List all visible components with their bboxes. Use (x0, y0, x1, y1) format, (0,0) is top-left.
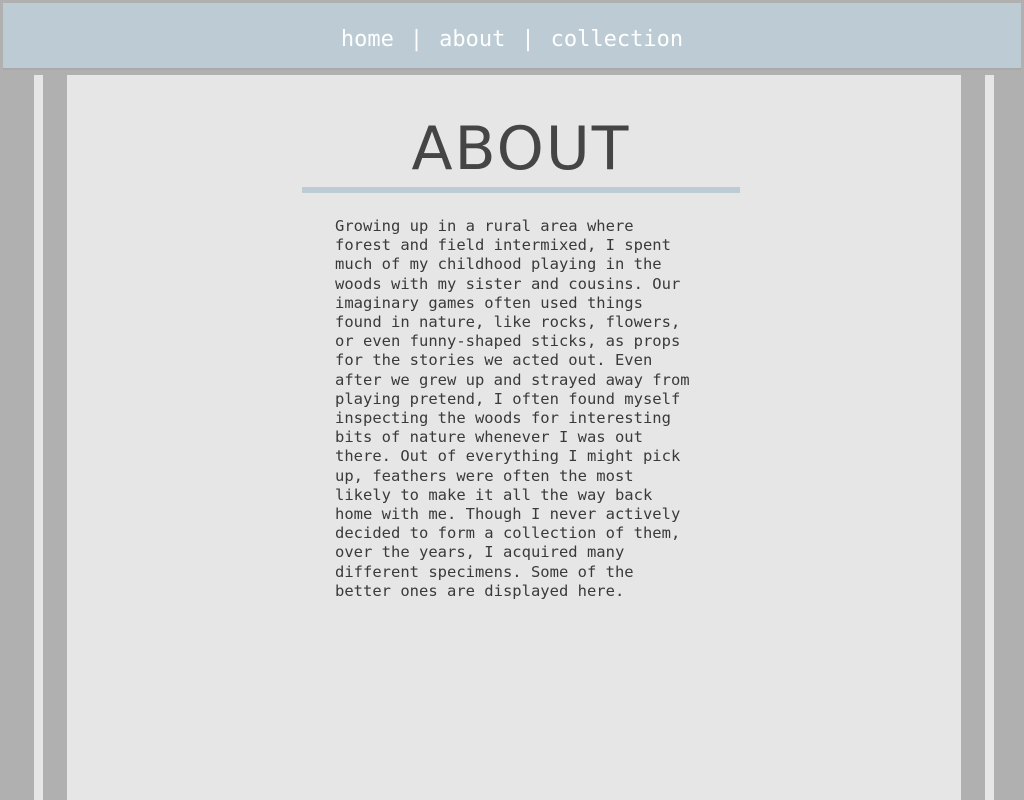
nav-link-home[interactable]: home (341, 27, 394, 52)
left-decorative-stripe (34, 75, 43, 800)
content-panel: ABOUT Growing up in a rural area where f… (67, 75, 961, 800)
top-navigation: home | about | collection (3, 3, 1021, 70)
nav-separator: | (409, 27, 424, 52)
nav-separator: | (521, 27, 535, 52)
nav-link-about[interactable]: about (439, 27, 505, 52)
title-underline (302, 187, 740, 193)
page-title: ABOUT (411, 114, 631, 184)
about-paragraph: Growing up in a rural area where forest … (335, 217, 690, 600)
right-decorative-stripe (985, 75, 994, 800)
nav-link-collection[interactable]: collection (551, 27, 683, 52)
